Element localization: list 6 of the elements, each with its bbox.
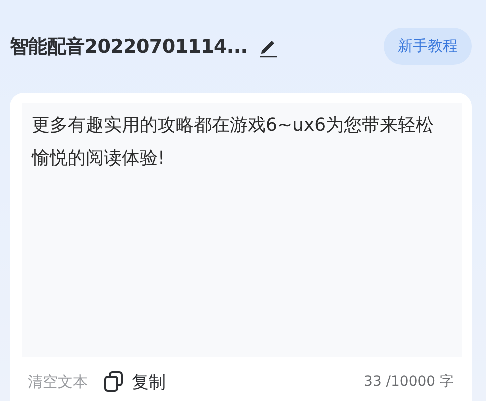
text-input-area[interactable]: 更多有趣实用的攻略都在游戏6~ux6为您带来轻松愉悦的阅读体验! xyxy=(22,103,462,357)
document-title: 智能配音20220701114... xyxy=(10,34,248,60)
script-text: 更多有趣实用的攻略都在游戏6~ux6为您带来轻松愉悦的阅读体验! xyxy=(32,114,436,171)
copy-button[interactable]: 复制 xyxy=(104,370,166,394)
copy-icon xyxy=(104,371,124,393)
character-count: 33 /10000 字 xyxy=(364,373,454,391)
